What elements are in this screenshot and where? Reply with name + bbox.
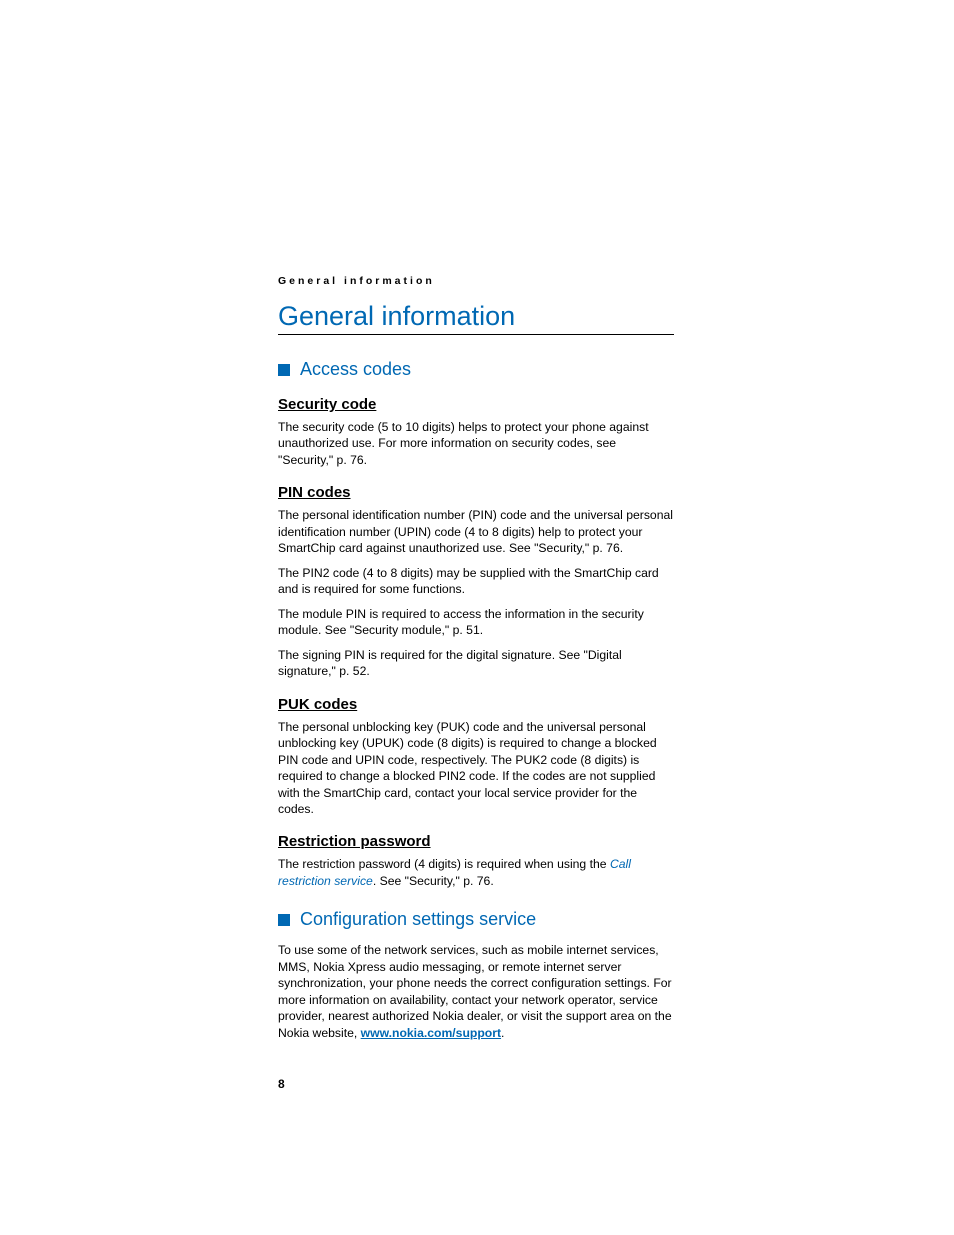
link-nokia-support[interactable]: www.nokia.com/support	[361, 1026, 501, 1040]
section-access-codes: Access codes	[278, 359, 674, 380]
subhead-pin-codes: PIN codes	[278, 484, 674, 501]
document-page: General information General information …	[0, 0, 954, 1091]
subhead-puk-codes: PUK codes	[278, 696, 674, 713]
text-run: . See "Security," p. 76.	[373, 874, 494, 888]
paragraph: The security code (5 to 10 digits) helps…	[278, 419, 674, 468]
paragraph: To use some of the network services, suc…	[278, 942, 674, 1041]
paragraph: The module PIN is required to access the…	[278, 606, 674, 639]
running-header: General information	[278, 275, 674, 287]
section-config-service: Configuration settings service	[278, 909, 674, 930]
text-run: .	[501, 1026, 504, 1040]
square-bullet-icon	[278, 364, 290, 376]
section-title: Access codes	[300, 359, 411, 380]
section-title: Configuration settings service	[300, 909, 536, 930]
paragraph: The signing PIN is required for the digi…	[278, 647, 674, 680]
page-number: 8	[278, 1077, 674, 1091]
paragraph: The PIN2 code (4 to 8 digits) may be sup…	[278, 565, 674, 598]
subhead-security-code: Security code	[278, 396, 674, 413]
chapter-title: General information	[278, 301, 674, 335]
square-bullet-icon	[278, 914, 290, 926]
paragraph: The restriction password (4 digits) is r…	[278, 856, 674, 889]
paragraph: The personal identification number (PIN)…	[278, 507, 674, 556]
paragraph: The personal unblocking key (PUK) code a…	[278, 719, 674, 818]
text-run: The restriction password (4 digits) is r…	[278, 857, 610, 871]
subhead-restriction-password: Restriction password	[278, 833, 674, 850]
